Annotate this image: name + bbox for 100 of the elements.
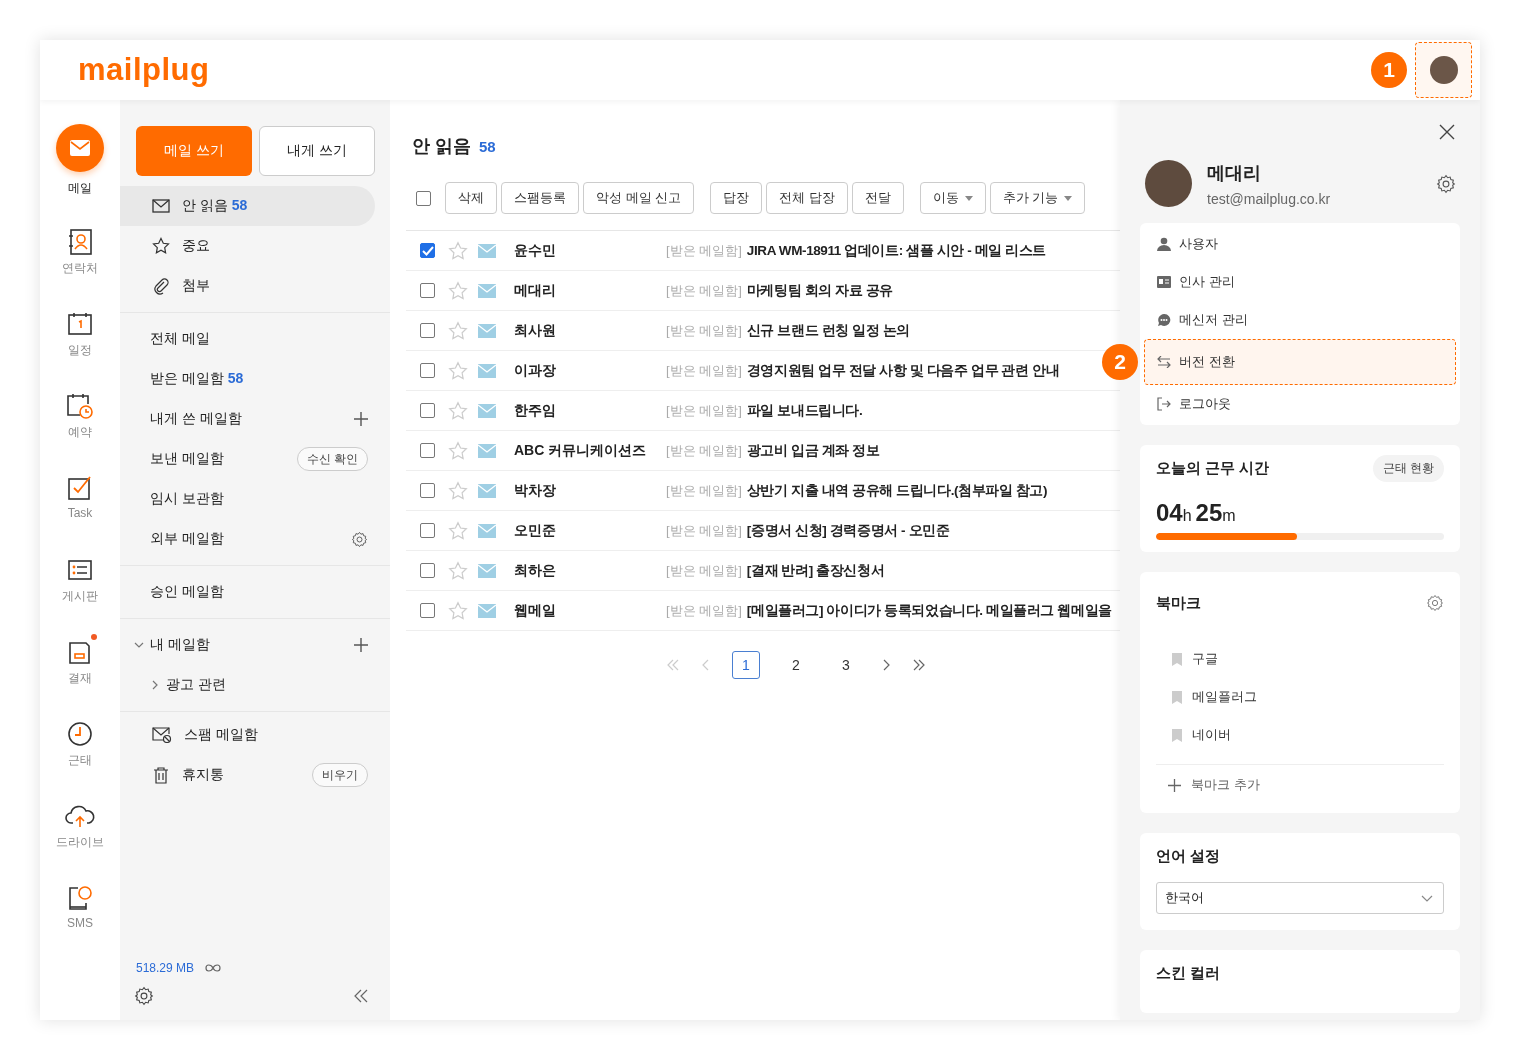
folder-item[interactable]: 승인 메일함 (120, 572, 390, 612)
menu-item[interactable]: 메신저 관리 (1144, 301, 1456, 339)
folder-item[interactable]: 외부 메일함 (120, 519, 390, 559)
star-icon[interactable] (448, 240, 468, 261)
folder-tag: [받은 메일함] (666, 241, 742, 260)
settings-icon[interactable] (134, 986, 154, 1006)
close-icon[interactable] (1439, 124, 1455, 140)
row-checkbox[interactable] (420, 443, 435, 458)
work-time: 04h 25m (1156, 499, 1237, 527)
star-icon[interactable] (448, 360, 468, 381)
toolbar-button[interactable]: 이동 (919, 182, 986, 214)
row-checkbox[interactable] (420, 283, 435, 298)
row-checkbox[interactable] (420, 363, 435, 378)
attendance-button[interactable]: 근태 현황 (1372, 454, 1444, 482)
star-icon[interactable] (448, 520, 468, 541)
toolbar-button[interactable]: 스팸등록 (501, 182, 579, 214)
toolbar-button[interactable]: 답장 (710, 182, 763, 214)
star-icon[interactable] (448, 480, 468, 501)
app-nav-item[interactable]: Task (40, 452, 120, 534)
folder-item[interactable]: 스팸 메일함 (120, 715, 390, 755)
next-page-icon[interactable] (882, 659, 890, 671)
row-checkbox[interactable] (420, 243, 435, 258)
last-page-icon[interactable] (912, 659, 926, 671)
row-checkbox[interactable] (420, 603, 435, 618)
toolbar-button[interactable]: 추가 기능 (989, 182, 1086, 214)
menu-item[interactable]: 버전 전환 (1144, 339, 1456, 385)
mail-subject[interactable]: 신규 브랜드 런칭 일정 논의 (746, 321, 910, 340)
folder-item[interactable]: 받은 메일함 58 (120, 359, 390, 399)
app-nav-item[interactable]: 근태 (40, 698, 120, 780)
caret-icon[interactable] (150, 680, 160, 690)
folder-tag: [받은 메일함] (666, 481, 742, 500)
mail-subject[interactable]: 경영지원팀 업무 전달 사항 및 다음주 업무 관련 안내 (746, 361, 1060, 380)
mail-subject[interactable]: 마케팅팀 회의 자료 공유 (746, 281, 893, 300)
star-icon[interactable] (448, 440, 468, 461)
folder-item[interactable]: 광고 관련 (120, 665, 390, 705)
collapse-icon[interactable] (354, 989, 368, 1003)
page-link[interactable]: 1 (732, 651, 760, 679)
star-icon[interactable] (448, 400, 468, 421)
app-nav-item[interactable]: 결재 (40, 616, 120, 698)
app-nav-item[interactable]: 드라이브 (40, 780, 120, 862)
language-select[interactable]: 한국어 (1156, 882, 1444, 914)
contact-card-icon (67, 228, 93, 256)
caret-icon[interactable] (134, 640, 144, 650)
bookmark-icon (1172, 652, 1182, 666)
plus-icon[interactable] (354, 638, 368, 652)
app-nav-item[interactable]: 메일 (40, 124, 120, 206)
folder-item[interactable]: 안 읽음 58 (120, 186, 375, 226)
star-icon (152, 237, 170, 255)
settings-icon[interactable] (1426, 594, 1444, 612)
note-to-self-button[interactable]: 내게 쓰기 (259, 126, 375, 176)
bookmark-link[interactable]: 네이버 (1172, 716, 1444, 754)
select-all-checkbox[interactable] (416, 190, 431, 206)
row-checkbox[interactable] (420, 323, 435, 338)
page-link[interactable]: 3 (832, 651, 860, 679)
toolbar-button[interactable]: 전체 답장 (766, 182, 848, 214)
settings-icon[interactable] (351, 530, 368, 548)
mail-subject[interactable]: JIRA WM-18911 업데이트: 샘플 시안 - 메일 리스트 (746, 241, 1047, 260)
bookmark-link[interactable]: 구글 (1172, 640, 1444, 678)
avatar[interactable] (1429, 56, 1458, 84)
menu-item[interactable]: 인사 관리 (1144, 263, 1456, 301)
folder-item[interactable]: 중요 (120, 226, 390, 266)
star-icon[interactable] (448, 280, 468, 301)
mail-subject[interactable]: [결재 반려] 출장신청서 (746, 561, 885, 580)
row-checkbox[interactable] (420, 483, 435, 498)
mail-subject[interactable]: 파일 보내드립니다. (746, 401, 863, 420)
toolbar-button[interactable]: 악성 메일 신고 (583, 182, 695, 214)
plus-icon[interactable] (354, 412, 368, 426)
app-nav-item[interactable]: SMS (40, 862, 120, 944)
empty-trash-button[interactable]: 비우기 (312, 763, 368, 787)
menu-item[interactable]: 로그아웃 (1144, 385, 1456, 423)
page-link[interactable]: 2 (782, 651, 810, 679)
row-checkbox[interactable] (420, 563, 435, 578)
folder-item[interactable]: 내게 쓴 메일함 (120, 399, 390, 439)
folder-item[interactable]: 보낸 메일함 수신 확인 (120, 439, 390, 479)
star-icon[interactable] (448, 600, 468, 621)
app-nav-item[interactable]: 예약 (40, 370, 120, 452)
folder-item[interactable]: 임시 보관함 (120, 479, 390, 519)
row-checkbox[interactable] (420, 403, 435, 418)
app-nav-item[interactable]: 일정 (40, 288, 120, 370)
add-bookmark-button[interactable]: 북마크 추가 (1156, 765, 1272, 805)
toolbar-button[interactable]: 삭제 (445, 182, 497, 214)
mail-subject[interactable]: 상반기 지출 내역 공유해 드립니다.(첨부파일 참고) (746, 481, 1048, 500)
app-nav-item[interactable]: 게시판 (40, 534, 120, 616)
row-checkbox[interactable] (420, 523, 435, 538)
star-icon[interactable] (448, 560, 468, 581)
mail-subject[interactable]: 광고비 입금 계좌 정보 (746, 441, 880, 460)
folder-item[interactable]: 휴지통 비우기 (120, 755, 390, 795)
mail-subject[interactable]: [증명서 신청] 경력증명서 - 오민준 (746, 521, 950, 540)
settings-icon[interactable] (1436, 173, 1456, 194)
folder-item[interactable]: 전체 메일 (120, 319, 390, 359)
menu-item[interactable]: 사용자 (1144, 225, 1456, 263)
folder-item[interactable]: 내 메일함 (120, 625, 390, 665)
bookmark-link[interactable]: 메일플러그 (1172, 678, 1444, 716)
star-icon[interactable] (448, 320, 468, 341)
toolbar-button[interactable]: 전달 (851, 182, 904, 214)
app-nav-item[interactable]: 연락처 (40, 206, 120, 288)
read-receipt-button[interactable]: 수신 확인 (296, 447, 368, 471)
sender-name: 오민준 (514, 521, 557, 540)
folder-item[interactable]: 첨부 (120, 266, 390, 306)
mail-subject[interactable]: [메일플러그] 아이디가 등록되었습니다. 메일플러그 웹메일을 (746, 601, 1112, 620)
